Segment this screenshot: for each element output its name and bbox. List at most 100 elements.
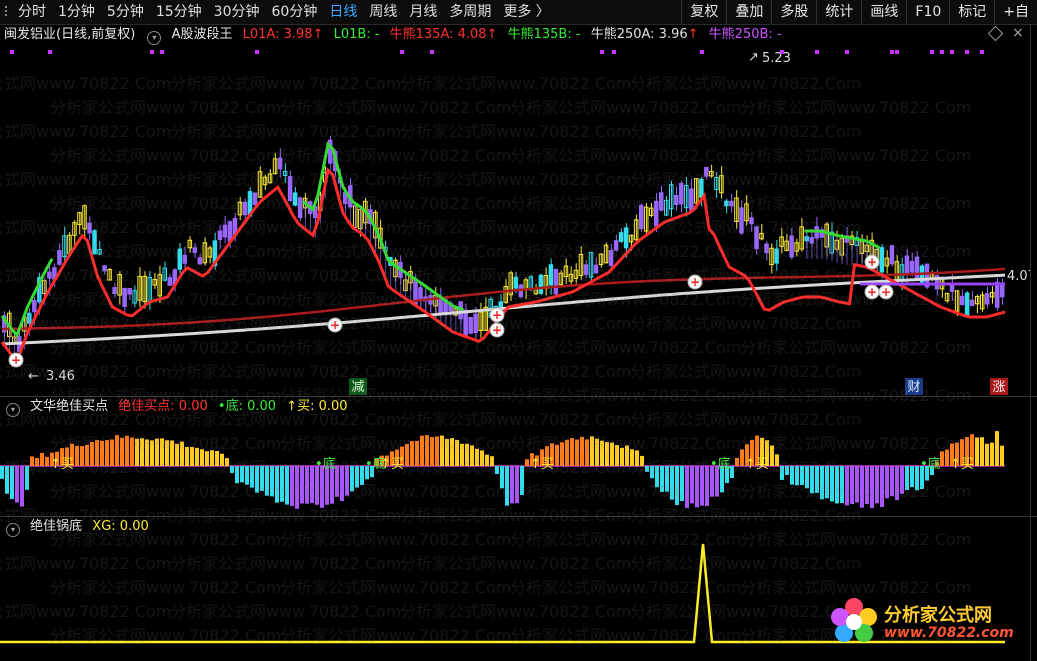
kline-candle[interactable] bbox=[914, 256, 920, 280]
kline-candle[interactable] bbox=[638, 204, 644, 230]
kline-candle[interactable] bbox=[984, 293, 990, 305]
kline-candle[interactable] bbox=[729, 200, 734, 207]
kline-candle[interactable] bbox=[57, 250, 62, 265]
kline-candle[interactable] bbox=[87, 222, 92, 234]
kline-candle[interactable] bbox=[699, 178, 704, 198]
kline-candle[interactable] bbox=[473, 313, 478, 334]
histogram-bar-up bbox=[480, 450, 484, 466]
overlay-button[interactable]: 叠加 bbox=[726, 0, 771, 24]
histogram-bar-up bbox=[570, 438, 574, 466]
tab-multi-period[interactable]: 多周期 bbox=[443, 0, 497, 24]
kline-candle[interactable] bbox=[679, 182, 684, 205]
kline-candle[interactable] bbox=[112, 287, 117, 294]
kline-candle[interactable] bbox=[127, 288, 132, 295]
grip-icon[interactable] bbox=[2, 0, 12, 24]
kline-candle[interactable] bbox=[774, 248, 779, 264]
kline-candle[interactable] bbox=[724, 200, 729, 207]
histogram-bar-up bbox=[190, 446, 194, 466]
kline-candle[interactable] bbox=[674, 194, 679, 206]
f10-button[interactable]: F10 bbox=[906, 0, 949, 24]
kline-candle[interactable] bbox=[292, 192, 298, 206]
kline-candle[interactable] bbox=[749, 217, 754, 225]
tab-15min[interactable]: 15分钟 bbox=[150, 0, 208, 24]
kline-candle[interactable] bbox=[739, 207, 744, 234]
kline-candle[interactable] bbox=[192, 247, 198, 253]
kline-candle[interactable] bbox=[704, 166, 709, 177]
kline-candle[interactable] bbox=[969, 299, 975, 307]
kline-candle[interactable] bbox=[879, 247, 885, 273]
kline-candle[interactable] bbox=[468, 317, 473, 334]
kline-candle[interactable] bbox=[92, 230, 97, 255]
tab-daily[interactable]: 日线 bbox=[323, 0, 363, 24]
histogram-bar-down bbox=[915, 466, 919, 491]
kline-candle[interactable] bbox=[122, 287, 127, 307]
chevron-down-icon[interactable]: ▾ bbox=[6, 523, 20, 537]
kline-candle[interactable] bbox=[764, 243, 769, 254]
kline-candle[interactable] bbox=[613, 240, 619, 251]
signal-dot bbox=[400, 50, 404, 54]
kline-candle[interactable] bbox=[789, 235, 794, 258]
kline-candle[interactable] bbox=[754, 226, 759, 250]
fuquan-button[interactable]: 复权 bbox=[681, 0, 726, 24]
tab-60min[interactable]: 60分钟 bbox=[266, 0, 324, 24]
tab-weekly[interactable]: 周线 bbox=[363, 0, 403, 24]
draw-line-button[interactable]: 画线 bbox=[861, 0, 906, 24]
tab-30min[interactable]: 30分钟 bbox=[208, 0, 266, 24]
kline-candle[interactable] bbox=[994, 281, 1000, 308]
tab-1min[interactable]: 1分钟 bbox=[52, 0, 101, 24]
kline-candle[interactable] bbox=[217, 230, 223, 241]
multi-stock-button[interactable]: 多股 bbox=[771, 0, 816, 24]
tab-5min[interactable]: 5分钟 bbox=[101, 0, 150, 24]
kline-candle[interactable] bbox=[608, 250, 614, 266]
kline-candle[interactable] bbox=[167, 277, 173, 286]
kline-candle[interactable] bbox=[222, 224, 228, 238]
histogram-bar-up bbox=[215, 450, 219, 466]
chevron-down-icon[interactable]: ▾ bbox=[147, 31, 162, 45]
kline-candle[interactable] bbox=[182, 254, 188, 264]
kline-candle[interactable] bbox=[242, 201, 248, 216]
histogram-bar-down bbox=[840, 466, 844, 504]
kline-candle[interactable] bbox=[197, 257, 203, 265]
panel3-title[interactable]: 绝佳锅底 bbox=[30, 519, 82, 534]
kline-candle[interactable] bbox=[548, 264, 554, 286]
kline-candle[interactable] bbox=[513, 276, 519, 289]
tab-fenshi[interactable]: 分时 bbox=[12, 0, 52, 24]
kline-candle[interactable] bbox=[553, 268, 559, 295]
l01b-value: L01B: - bbox=[333, 27, 380, 42]
histogram-bar-down bbox=[255, 466, 259, 493]
kline-candle[interactable] bbox=[287, 176, 293, 202]
close-icon[interactable]: × bbox=[1012, 25, 1024, 41]
statistics-button[interactable]: 统计 bbox=[816, 0, 861, 24]
kline-candle[interactable] bbox=[904, 255, 910, 275]
kline-candle[interactable] bbox=[252, 192, 258, 206]
histogram-bar-down bbox=[650, 466, 654, 479]
histogram-bar-up bbox=[45, 456, 49, 466]
kline-candle[interactable] bbox=[964, 292, 970, 317]
indicator-name[interactable]: A股波段王 bbox=[172, 27, 233, 42]
kline-candle[interactable] bbox=[102, 265, 107, 272]
tab-more[interactable]: 更多 〉 bbox=[497, 0, 555, 24]
mark-button[interactable]: 标记 bbox=[949, 0, 994, 24]
kline-candle[interactable] bbox=[277, 157, 283, 170]
kline-candle[interactable] bbox=[297, 197, 303, 218]
kline-candle[interactable] bbox=[689, 188, 694, 211]
kline-candle[interactable] bbox=[177, 248, 183, 270]
kline-candle[interactable] bbox=[959, 295, 965, 306]
chevron-down-icon[interactable]: ▾ bbox=[6, 403, 20, 417]
histogram-bar-down bbox=[300, 466, 304, 504]
diamond-icon[interactable] bbox=[987, 25, 1004, 42]
kline-candle[interactable] bbox=[889, 245, 895, 265]
kline-candle[interactable] bbox=[653, 200, 659, 227]
custom-button[interactable]: +自 bbox=[994, 0, 1037, 24]
panel2-title[interactable]: 文华绝佳买点 bbox=[30, 399, 108, 414]
kline-candle[interactable] bbox=[583, 264, 589, 275]
kline-candle[interactable] bbox=[538, 274, 544, 294]
kline-candle[interactable] bbox=[909, 260, 915, 273]
kline-candle[interactable] bbox=[618, 232, 624, 242]
histogram-bar-up bbox=[40, 452, 44, 466]
kline-candle[interactable] bbox=[658, 192, 664, 211]
kline-candle[interactable] bbox=[463, 309, 468, 336]
kline-candle[interactable] bbox=[593, 264, 599, 274]
kline-candle[interactable] bbox=[623, 227, 629, 249]
tab-monthly[interactable]: 月线 bbox=[403, 0, 443, 24]
